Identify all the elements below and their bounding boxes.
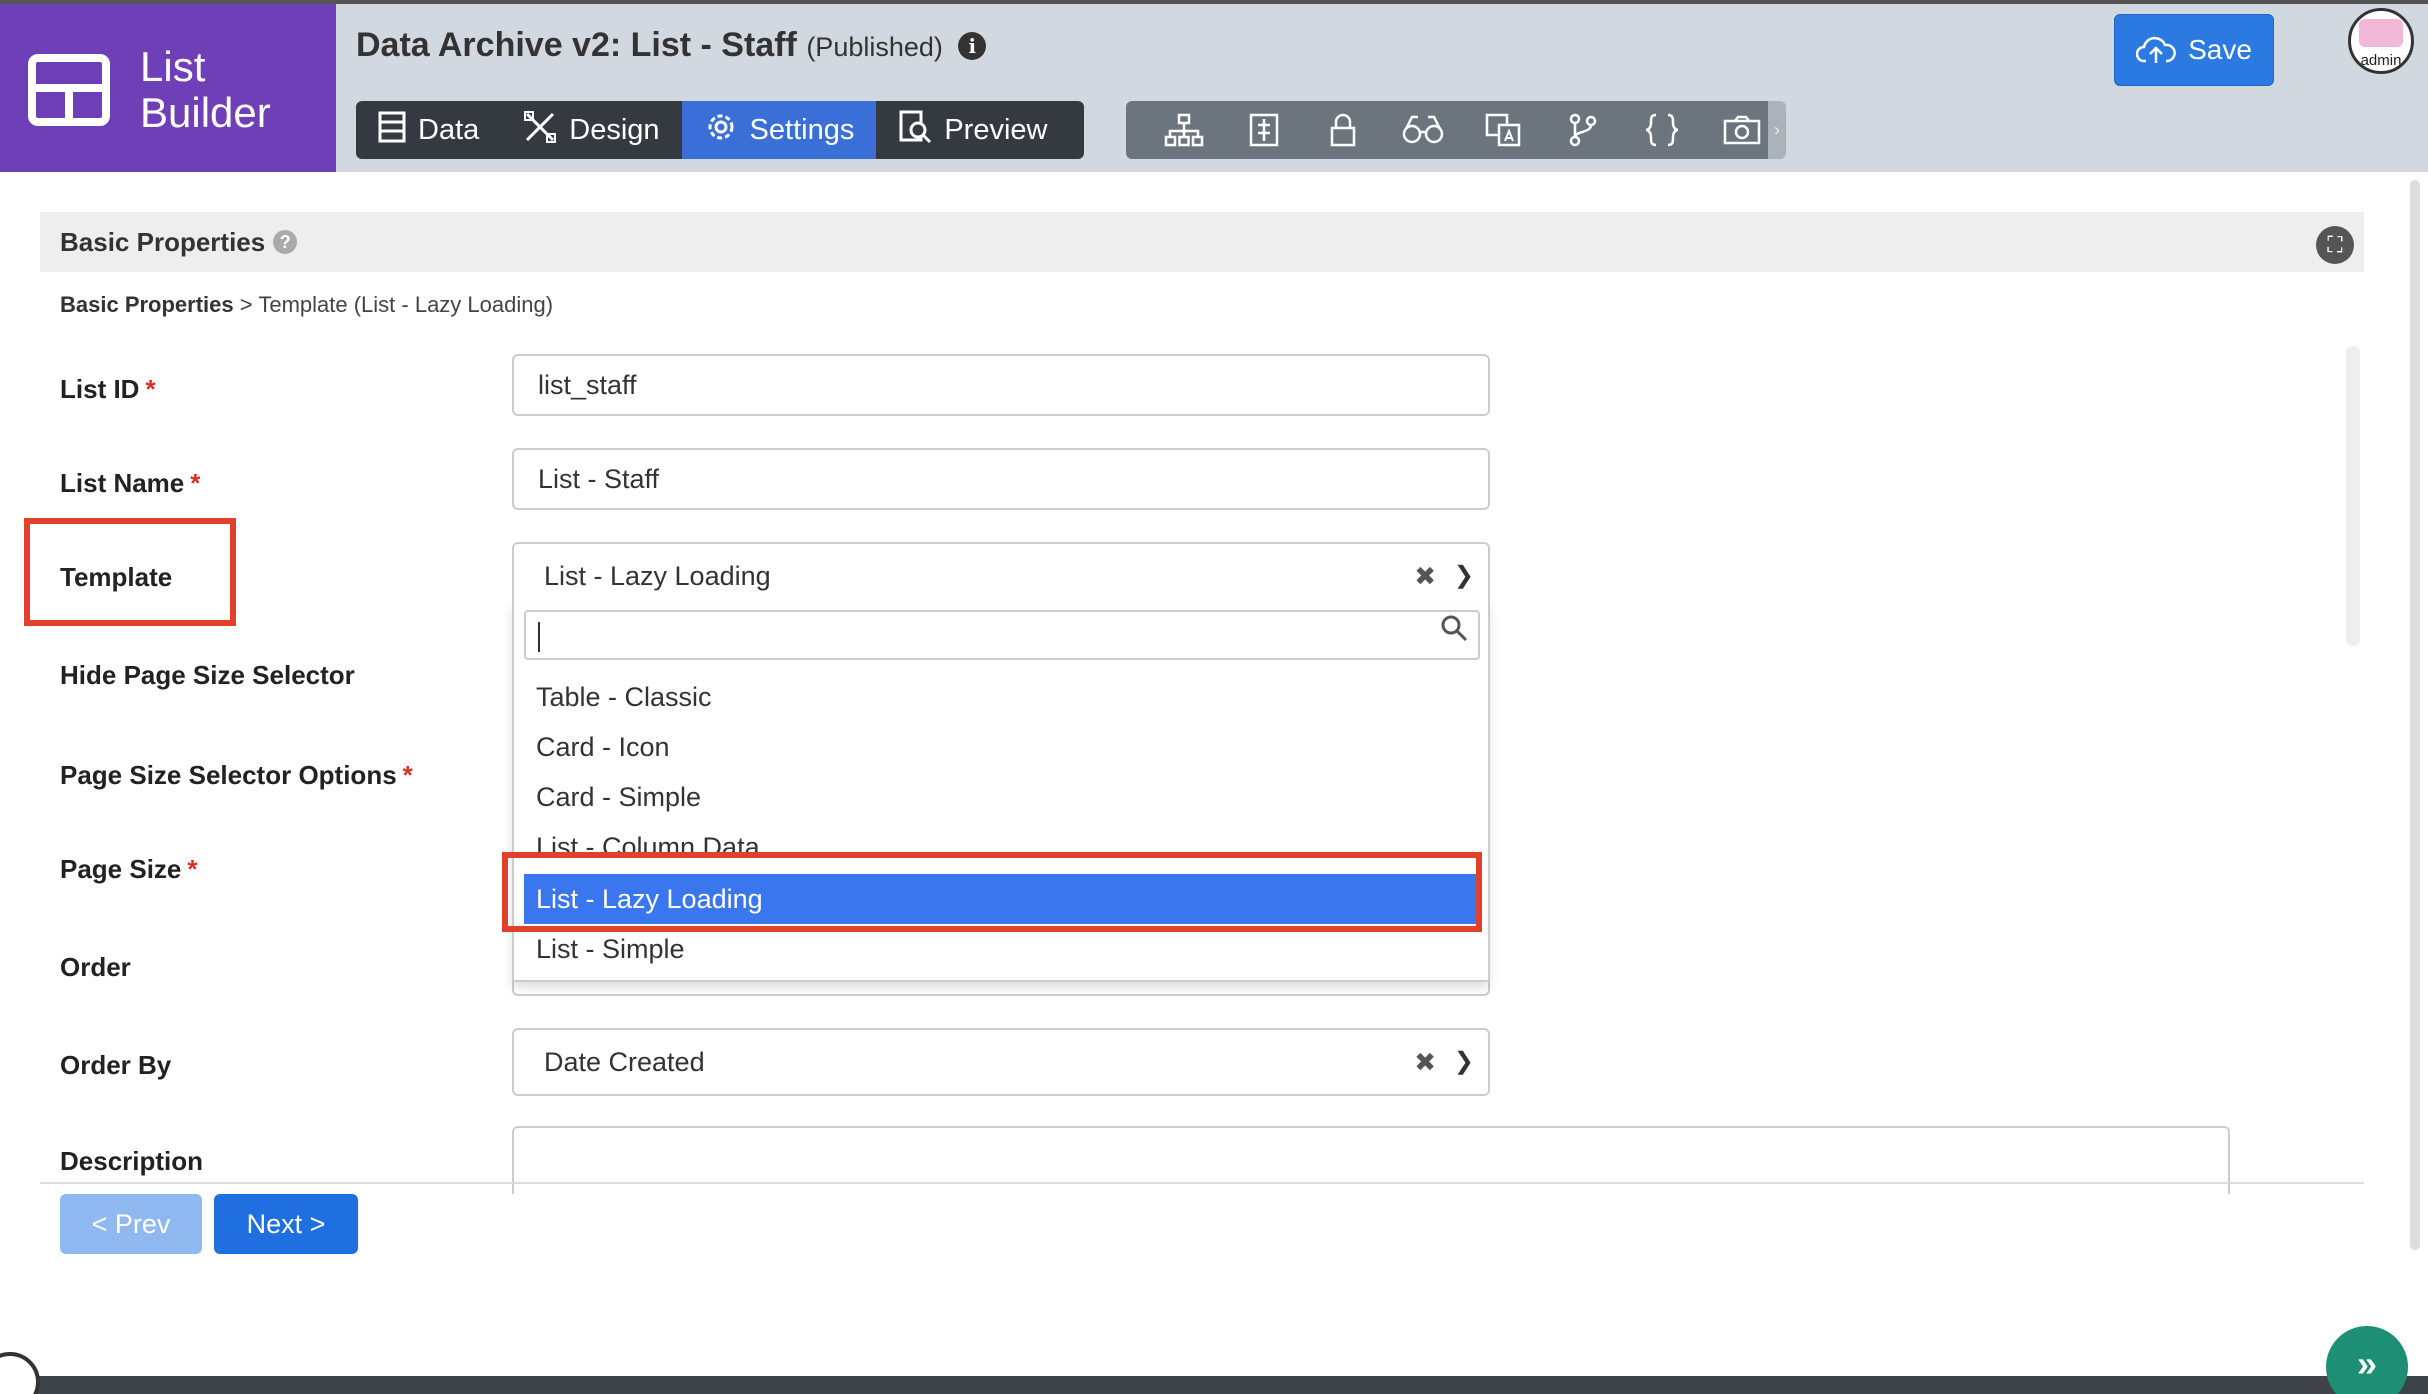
save-button[interactable]: Save xyxy=(2114,14,2274,86)
page-title: Data Archive v2: List - Staff (Published… xyxy=(356,26,987,65)
required-marker: * xyxy=(145,374,156,404)
expand-panel-button[interactable]: » xyxy=(2326,1326,2408,1394)
sitemap-icon[interactable] xyxy=(1144,101,1224,159)
corner-widget-icon[interactable] xyxy=(0,1352,40,1394)
publish-status: (Published) xyxy=(806,32,943,62)
avatar-image xyxy=(2359,19,2403,47)
text-cursor xyxy=(538,622,540,652)
dropdown-search-input[interactable] xyxy=(524,610,1480,660)
help-icon[interactable]: ? xyxy=(273,230,298,254)
avatar-label: admin xyxy=(2360,52,2402,69)
page-size-selector-options-label-text: Page Size Selector Options xyxy=(60,760,397,790)
description-label: Description xyxy=(60,1146,204,1176)
brand-line-2: Builder xyxy=(140,89,271,136)
column-icon[interactable] xyxy=(1224,101,1304,159)
expand-icon[interactable]: ⛶ xyxy=(2316,226,2354,264)
save-label: Save xyxy=(2188,34,2252,65)
option-list-column-data[interactable]: List - Column Data xyxy=(514,822,1488,852)
brand-panel[interactable]: List Builder xyxy=(0,4,336,172)
json-braces-icon[interactable] xyxy=(1623,101,1703,159)
tab-preview-label: Preview xyxy=(944,113,1048,146)
form-scrollbar[interactable] xyxy=(2346,346,2360,646)
list-name-label-text: List Name xyxy=(60,468,185,498)
toolbar-scroll-right-icon[interactable]: › xyxy=(1768,101,1786,159)
page-size-label: Page Size * xyxy=(60,854,198,885)
template-select-value: List - Lazy Loading xyxy=(544,561,771,591)
list-name-label: List Name * xyxy=(60,468,200,499)
tab-data[interactable]: Data xyxy=(356,101,501,159)
tab-data-label: Data xyxy=(418,113,480,146)
design-tools-icon xyxy=(523,110,557,150)
info-icon[interactable]: i xyxy=(958,32,987,60)
list-id-input[interactable]: list_staff xyxy=(512,354,1490,416)
order-by-select-value: Date Created xyxy=(544,1047,705,1077)
prev-button[interactable]: < Prev xyxy=(60,1194,202,1254)
order-by-label: Order By xyxy=(60,1050,172,1080)
bottom-bar xyxy=(0,1376,2428,1394)
option-table-classic[interactable]: Table - Classic xyxy=(514,672,1488,722)
builder-tabs: Data Design Settings Preview xyxy=(356,101,1084,159)
gear-icon xyxy=(704,110,738,150)
branch-icon[interactable] xyxy=(1543,101,1623,159)
page-size-selector-options-label: Page Size Selector Options * xyxy=(60,760,413,791)
binoculars-icon[interactable] xyxy=(1383,101,1463,159)
breadcrumb-current: Template (List - Lazy Loading) xyxy=(258,292,554,317)
section-header: Basic Properties ? xyxy=(40,212,2364,272)
order-label: Order xyxy=(60,952,131,982)
search-icon xyxy=(1440,614,1468,649)
option-card-simple[interactable]: Card - Simple xyxy=(514,772,1488,822)
required-marker: * xyxy=(187,854,198,884)
clear-icon[interactable]: ✖ xyxy=(1414,544,1436,608)
list-id-label: List ID * xyxy=(60,374,156,405)
translate-icon[interactable] xyxy=(1463,101,1543,159)
brand-title: List Builder xyxy=(140,44,271,136)
avatar[interactable]: admin xyxy=(2348,8,2414,74)
option-card-icon[interactable]: Card - Icon xyxy=(514,722,1488,772)
tab-design[interactable]: Design xyxy=(501,101,681,159)
lock-icon[interactable] xyxy=(1304,101,1384,159)
section-title: Basic Properties xyxy=(60,226,266,257)
order-by-select[interactable]: Date Created ✖ ❯ xyxy=(512,1028,1490,1096)
list-builder-logo-icon xyxy=(28,54,110,126)
brand-line-1: List xyxy=(140,43,206,90)
breadcrumb-separator: > xyxy=(239,292,253,317)
tab-preview[interactable]: Preview xyxy=(876,101,1069,159)
page-scrollbar[interactable] xyxy=(2410,180,2420,1250)
tab-design-label: Design xyxy=(569,113,660,146)
hide-page-size-selector-label: Hide Page Size Selector xyxy=(60,660,355,690)
selected-option-highlight xyxy=(502,852,1482,932)
breadcrumb: Basic Properties > Template (List - Lazy… xyxy=(60,292,553,318)
clear-icon[interactable]: ✖ xyxy=(1414,1030,1436,1094)
tab-settings[interactable]: Settings xyxy=(681,101,877,159)
template-label-highlight xyxy=(24,518,236,626)
preview-doc-icon xyxy=(898,110,932,150)
double-chevron-right-icon: » xyxy=(2356,1343,2378,1384)
list-name-input[interactable]: List - Staff xyxy=(512,448,1490,510)
toolbar xyxy=(1126,101,1782,159)
required-marker: * xyxy=(190,468,201,498)
form-divider xyxy=(40,1182,2364,1184)
next-button[interactable]: Next > xyxy=(214,1194,358,1254)
cloud-upload-icon xyxy=(2136,36,2176,63)
chevron-down-icon[interactable]: ❯ xyxy=(1454,1030,1474,1094)
page-size-label-text: Page Size xyxy=(60,854,182,884)
table-icon xyxy=(378,111,406,149)
list-id-label-text: List ID xyxy=(60,374,140,404)
chevron-down-icon[interactable]: ❯ xyxy=(1454,544,1474,608)
tab-settings-label: Settings xyxy=(749,113,855,146)
app-title: Data Archive v2: List - Staff xyxy=(356,26,797,64)
template-select[interactable]: List - Lazy Loading ✖ ❯ xyxy=(512,542,1490,610)
required-marker: * xyxy=(402,760,413,790)
breadcrumb-root[interactable]: Basic Properties xyxy=(60,292,234,317)
